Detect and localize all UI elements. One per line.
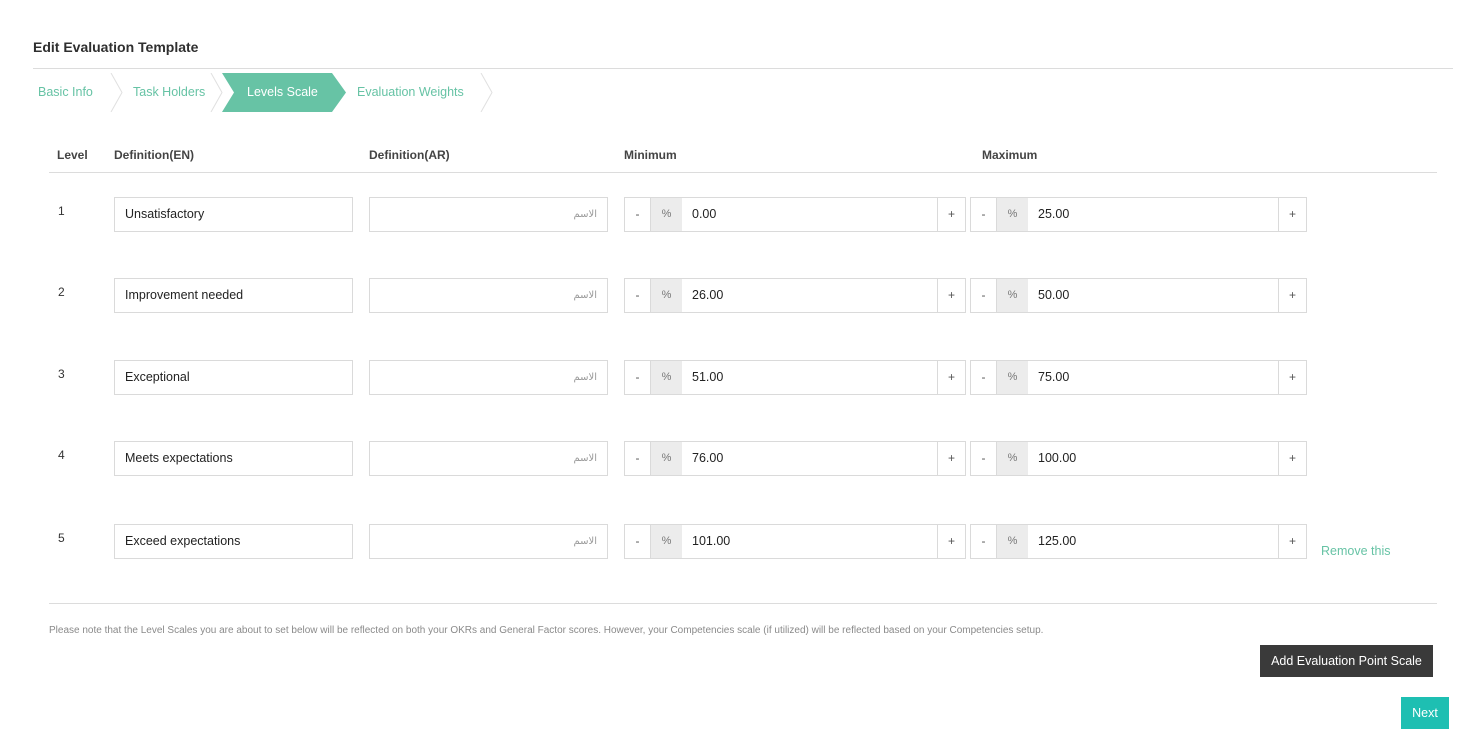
minimum-input[interactable]: 101.00	[682, 525, 730, 558]
increment-button[interactable]: +	[1278, 442, 1306, 475]
increment-button[interactable]: +	[1278, 279, 1306, 312]
header-level: Level	[57, 148, 88, 162]
table-row: 5 Exceed expectations الاسم - % 101.00 +…	[0, 524, 1464, 560]
percent-addon: %	[997, 279, 1028, 312]
increment-button[interactable]: +	[1278, 361, 1306, 394]
definition-ar-input[interactable]: الاسم	[369, 197, 608, 232]
maximum-input[interactable]: 75.00	[1028, 361, 1069, 394]
decrement-button[interactable]: -	[625, 361, 651, 394]
percent-addon: %	[651, 442, 682, 475]
decrement-button[interactable]: -	[625, 198, 651, 231]
step-task-holders[interactable]: Task Holders	[133, 73, 205, 112]
increment-button[interactable]: +	[937, 198, 965, 231]
header-definition-ar: Definition(AR)	[369, 148, 450, 162]
table-row: 2 Improvement needed الاسم - % 26.00 + -…	[0, 278, 1464, 314]
maximum-input[interactable]: 50.00	[1028, 279, 1069, 312]
level-number: 2	[58, 285, 65, 299]
level-number: 3	[58, 367, 65, 381]
increment-button[interactable]: +	[937, 525, 965, 558]
level-number: 5	[58, 531, 65, 545]
step-label: Basic Info	[38, 85, 93, 99]
minimum-stepper: - % 0.00 +	[624, 197, 966, 232]
definition-ar-input[interactable]: الاسم	[369, 441, 608, 476]
definition-en-input[interactable]: Exceed expectations	[114, 524, 353, 559]
table-footer-divider	[49, 603, 1437, 604]
step-basic-info[interactable]: Basic Info	[38, 73, 93, 112]
definition-en-input[interactable]: Meets expectations	[114, 441, 353, 476]
chevron-separator-icon	[110, 73, 123, 112]
definition-en-input[interactable]: Unsatisfactory	[114, 197, 353, 232]
minimum-input[interactable]: 0.00	[682, 198, 716, 231]
minimum-stepper: - % 76.00 +	[624, 441, 966, 476]
maximum-input[interactable]: 100.00	[1028, 442, 1076, 475]
increment-button[interactable]: +	[937, 361, 965, 394]
increment-button[interactable]: +	[937, 442, 965, 475]
header-divider	[49, 172, 1437, 173]
maximum-stepper: - % 25.00 +	[970, 197, 1307, 232]
definition-en-input[interactable]: Improvement needed	[114, 278, 353, 313]
decrement-button[interactable]: -	[971, 361, 997, 394]
definition-ar-input[interactable]: الاسم	[369, 360, 608, 395]
level-scales-note: Please note that the Level Scales you ar…	[49, 625, 1044, 636]
maximum-stepper: - % 100.00 +	[970, 441, 1307, 476]
level-number: 1	[58, 204, 65, 218]
maximum-input[interactable]: 25.00	[1028, 198, 1069, 231]
decrement-button[interactable]: -	[971, 442, 997, 475]
definition-ar-input[interactable]: الاسم	[369, 278, 608, 313]
increment-button[interactable]: +	[1278, 525, 1306, 558]
minimum-input[interactable]: 76.00	[682, 442, 723, 475]
minimum-input[interactable]: 51.00	[682, 361, 723, 394]
next-button[interactable]: Next	[1401, 697, 1449, 729]
page-title: Edit Evaluation Template	[33, 39, 199, 55]
decrement-button[interactable]: -	[971, 279, 997, 312]
percent-addon: %	[651, 525, 682, 558]
level-number: 4	[58, 448, 65, 462]
step-label: Task Holders	[133, 85, 206, 99]
definition-en-input[interactable]: Exceptional	[114, 360, 353, 395]
minimum-stepper: - % 51.00 +	[624, 360, 966, 395]
table-row: 3 Exceptional الاسم - % 51.00 + - % 75.0…	[0, 360, 1464, 396]
table-row: 1 Unsatisfactory الاسم - % 0.00 + - % 25…	[0, 197, 1464, 233]
header-definition-en: Definition(EN)	[114, 148, 194, 162]
decrement-button[interactable]: -	[625, 525, 651, 558]
step-evaluation-weights[interactable]: Evaluation Weights	[357, 73, 464, 112]
increment-button[interactable]: +	[937, 279, 965, 312]
title-divider	[33, 68, 1453, 69]
percent-addon: %	[997, 361, 1028, 394]
maximum-stepper: - % 75.00 +	[970, 360, 1307, 395]
remove-level-link[interactable]: Remove this	[1321, 544, 1390, 558]
percent-addon: %	[651, 198, 682, 231]
maximum-stepper: - % 125.00 +	[970, 524, 1307, 559]
maximum-input[interactable]: 125.00	[1028, 525, 1076, 558]
percent-addon: %	[997, 525, 1028, 558]
add-evaluation-point-scale-button[interactable]: Add Evaluation Point Scale	[1260, 645, 1433, 677]
decrement-button[interactable]: -	[625, 279, 651, 312]
step-label: Evaluation Weights	[357, 85, 464, 99]
decrement-button[interactable]: -	[971, 525, 997, 558]
decrement-button[interactable]: -	[971, 198, 997, 231]
chevron-separator-icon	[480, 73, 493, 112]
table-row: 4 Meets expectations الاسم - % 76.00 + -…	[0, 441, 1464, 477]
header-minimum: Minimum	[624, 148, 677, 162]
percent-addon: %	[651, 361, 682, 394]
step-label: Levels Scale	[247, 85, 318, 99]
definition-ar-input[interactable]: الاسم	[369, 524, 608, 559]
increment-button[interactable]: +	[1278, 198, 1306, 231]
header-maximum: Maximum	[982, 148, 1038, 162]
decrement-button[interactable]: -	[625, 442, 651, 475]
minimum-stepper: - % 101.00 +	[624, 524, 966, 559]
percent-addon: %	[997, 442, 1028, 475]
minimum-input[interactable]: 26.00	[682, 279, 723, 312]
percent-addon: %	[651, 279, 682, 312]
minimum-stepper: - % 26.00 +	[624, 278, 966, 313]
percent-addon: %	[997, 198, 1028, 231]
maximum-stepper: - % 50.00 +	[970, 278, 1307, 313]
step-levels-scale[interactable]: Levels Scale	[247, 73, 318, 112]
